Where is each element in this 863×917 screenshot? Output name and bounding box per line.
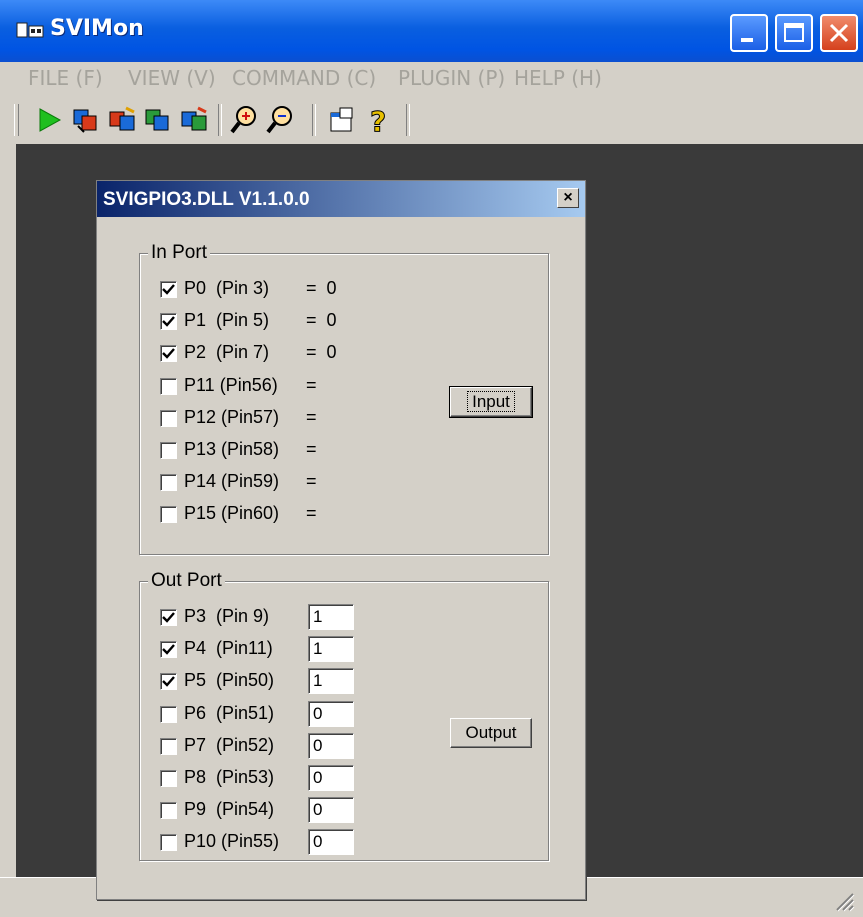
input-value: = 0	[306, 278, 337, 298]
resize-grip-icon[interactable]	[833, 890, 855, 912]
output-value-field[interactable]: 1	[308, 668, 354, 695]
out-port-checkbox[interactable]	[160, 770, 177, 787]
toolbar: ?	[0, 96, 863, 144]
close-icon: ×	[563, 189, 573, 206]
output-button[interactable]: Output	[450, 718, 532, 748]
out-port-checkbox[interactable]	[160, 705, 177, 723]
input-value: =	[306, 471, 317, 492]
port-pin-label: P4 (Pin11)	[184, 638, 273, 659]
dialog-title: SVIGPIO3.DLL V1.1.0.0	[103, 189, 310, 210]
output-value-field[interactable]: 0	[308, 797, 354, 824]
in-port-checkbox[interactable]	[160, 377, 177, 395]
output-button-label: Output	[465, 723, 517, 742]
write-icon[interactable]	[178, 104, 210, 136]
out-port-label: Out Port	[148, 570, 225, 592]
menu-plugin[interactable]: PLUGIN (P)	[398, 66, 505, 90]
out-port-checkbox[interactable]	[160, 609, 177, 626]
toolbar-separator	[406, 104, 410, 136]
main-window: SVIMon FILE (F) VIEW (V) COMMAND (C) PLU…	[0, 0, 863, 917]
port-pin-label: P15 (Pin60)	[184, 503, 280, 524]
menu-bar: FILE (F) VIEW (V) COMMAND (C) PLUGIN (P)…	[0, 62, 863, 96]
input-value: = 0	[306, 310, 337, 331]
output-value-field[interactable]: 1	[308, 604, 354, 630]
run-icon[interactable]	[34, 104, 66, 136]
checkmark-icon	[162, 284, 175, 295]
checkmark-icon	[162, 644, 175, 655]
port-pin-label: P13 (Pin58)	[184, 439, 280, 459]
out-port-checkbox[interactable]	[160, 673, 177, 691]
port-pin-label: P6 (Pin51)	[184, 702, 275, 723]
input-value: =	[306, 439, 317, 459]
port-pin-label: P5 (Pin50)	[184, 670, 275, 691]
help-icon[interactable]: ?	[362, 104, 394, 137]
in-port-checkbox[interactable]	[160, 474, 177, 492]
port-pin-label: P1 (Pin 5)	[184, 310, 270, 331]
in-port-checkbox[interactable]	[160, 506, 177, 524]
input-value: =	[306, 374, 317, 395]
connect-icon[interactable]	[70, 104, 102, 136]
input-value: =	[306, 503, 317, 524]
menu-file[interactable]: FILE (F)	[28, 66, 103, 90]
output-value-field[interactable]: 0	[308, 732, 354, 759]
checkmark-icon	[162, 316, 175, 327]
dialog-title-bar[interactable]: SVIGPIO3.DLL V1.1.0.0 ×	[97, 181, 585, 217]
app-icon	[16, 22, 44, 38]
port-pin-label: P0 (Pin 3)	[184, 278, 270, 298]
menu-view[interactable]: VIEW (V)	[128, 66, 216, 90]
input-value: = 0	[306, 342, 337, 363]
input-button[interactable]: Input	[449, 386, 533, 418]
minimize-button[interactable]	[730, 14, 768, 52]
in-port-group: In Port P0 (Pin 3) = 0 P1 (Pin 5) = 0 P2 (Pi…	[139, 242, 549, 555]
in-port-checkbox[interactable]	[160, 409, 177, 427]
read-icon[interactable]	[142, 104, 174, 136]
checkmark-icon	[162, 676, 175, 688]
output-value-field[interactable]: 0	[308, 700, 354, 727]
close-icon	[829, 23, 849, 43]
out-port-checkbox[interactable]	[160, 641, 177, 659]
port-pin-label: P9 (Pin54)	[184, 799, 275, 820]
port-pin-label: P3 (Pin 9)	[184, 606, 270, 626]
toolbar-separator	[218, 104, 222, 136]
maximize-icon	[784, 23, 804, 42]
in-port-label: In Port	[148, 242, 210, 264]
in-port-checkbox[interactable]	[160, 345, 177, 363]
port-pin-label: P14 (Pin59)	[184, 471, 280, 492]
menu-help[interactable]: HELP (H)	[514, 66, 602, 90]
port-pin-label: P12 (Pin57)	[184, 406, 280, 427]
out-port-checkbox[interactable]	[160, 802, 177, 820]
properties-icon[interactable]	[326, 104, 358, 136]
port-pin-label: P10 (Pin55)	[184, 831, 280, 852]
port-pin-label: P8 (Pin53)	[184, 767, 275, 787]
port-pin-label: P7 (Pin52)	[184, 734, 275, 755]
maximize-button[interactable]	[775, 14, 813, 52]
output-value-field[interactable]: 0	[308, 829, 354, 856]
in-port-checkbox[interactable]	[160, 442, 177, 459]
input-value: =	[306, 406, 317, 427]
out-port-checkbox[interactable]	[160, 737, 177, 755]
dialog-close-button[interactable]: ×	[557, 188, 579, 208]
title-bar[interactable]: SVIMon	[0, 0, 863, 62]
window-title: SVIMon	[50, 16, 144, 41]
out-port-checkbox[interactable]	[160, 834, 177, 852]
close-button[interactable]	[820, 14, 858, 52]
svg-text:?: ?	[370, 105, 386, 136]
checkmark-icon	[162, 612, 175, 623]
minimize-icon	[741, 38, 753, 42]
output-value-field[interactable]: 0	[308, 765, 354, 791]
checkmark-icon	[162, 348, 175, 360]
toolbar-separator	[312, 104, 316, 136]
gpio-plugin-dialog: SVIGPIO3.DLL V1.1.0.0 × In Port P0 (Pin …	[96, 180, 586, 900]
port-pin-label: P2 (Pin 7)	[184, 342, 270, 363]
zoom-in-icon[interactable]	[228, 104, 260, 136]
output-value-field[interactable]: 1	[308, 636, 354, 663]
zoom-out-icon[interactable]	[264, 104, 296, 136]
in-port-checkbox[interactable]	[160, 313, 177, 331]
toolbar-grip[interactable]	[14, 104, 19, 136]
disconnect-icon[interactable]	[106, 104, 138, 136]
in-port-checkbox[interactable]	[160, 281, 177, 298]
port-pin-label: P11 (Pin56)	[184, 374, 278, 395]
menu-command[interactable]: COMMAND (C)	[232, 66, 376, 90]
out-port-group: Out Port P3 (Pin 9) 1 P4 (Pin11) 1 P5 (Pin50…	[139, 570, 549, 861]
input-button-label: Input	[467, 391, 515, 412]
